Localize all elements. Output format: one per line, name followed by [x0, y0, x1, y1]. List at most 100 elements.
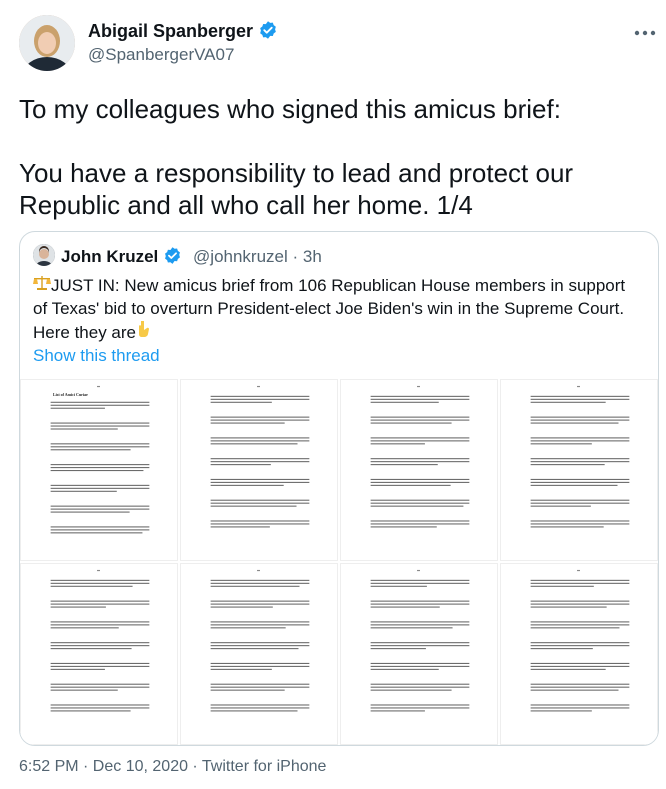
text-line [530, 422, 619, 424]
text-line [530, 710, 592, 712]
text-line [210, 603, 310, 605]
author-name-text[interactable]: Abigail Spanberger [88, 21, 253, 41]
document-page-image[interactable]: List of Amici Curiae [20, 379, 178, 561]
text-line [370, 710, 425, 712]
text-line [50, 505, 150, 507]
page-number-mark [97, 569, 100, 572]
text-line [50, 425, 150, 427]
text-line [530, 579, 630, 581]
text-line [370, 461, 470, 463]
document-image-grid[interactable]: List of Amici Curiae [20, 379, 658, 745]
text-line [370, 416, 470, 418]
text-line [530, 526, 604, 528]
text-line [210, 648, 299, 650]
document-page-image[interactable] [340, 379, 498, 561]
text-line [530, 401, 606, 403]
page-number-mark [577, 569, 580, 572]
text-line [210, 579, 310, 581]
text-line [210, 499, 310, 501]
text-line [530, 437, 630, 439]
text-line [530, 668, 606, 670]
text-line [370, 464, 438, 466]
text-line [210, 683, 310, 685]
text-line [210, 686, 310, 688]
text-line [210, 443, 298, 445]
document-page-image[interactable] [500, 379, 658, 561]
text-line [50, 579, 150, 581]
text-line [370, 458, 470, 460]
text-line [370, 624, 470, 626]
text-line [530, 648, 593, 650]
text-line [370, 668, 439, 670]
text-line [370, 526, 437, 528]
text-line [370, 662, 470, 664]
text-line [50, 449, 131, 451]
document-page-image[interactable] [340, 563, 498, 745]
text-line [530, 704, 630, 706]
text-line [210, 458, 310, 460]
page-number-mark [257, 385, 260, 388]
text-line [210, 707, 310, 709]
tweet-timestamp[interactable]: 6:52 PM · Dec 10, 2020 · Twitter for iPh… [19, 758, 326, 776]
text-line [210, 478, 310, 480]
text-line [210, 624, 310, 626]
text-line [530, 624, 630, 626]
tweet-text: To my colleagues who signed this amicus … [19, 94, 574, 220]
text-line [50, 642, 150, 644]
text-line [50, 526, 150, 528]
text-line [210, 645, 310, 647]
text-line [530, 689, 619, 691]
document-page-image[interactable] [180, 563, 338, 745]
text-line [50, 704, 150, 706]
document-text-lines [370, 385, 470, 528]
text-line [530, 481, 630, 483]
text-line [530, 627, 620, 629]
author-handle[interactable]: @SpanbergerVA07 [88, 45, 234, 65]
document-page-image[interactable] [500, 563, 658, 745]
text-line [50, 470, 144, 472]
text-line [50, 508, 150, 510]
more-horizontal-icon[interactable] [634, 20, 656, 40]
document-text-lines [210, 569, 310, 712]
text-line [370, 603, 470, 605]
text-line [210, 627, 286, 629]
text-line [530, 461, 630, 463]
text-line [530, 642, 630, 644]
text-line [530, 606, 607, 608]
text-line [210, 419, 310, 421]
text-line [50, 668, 105, 670]
text-line [530, 600, 630, 602]
text-line [530, 520, 630, 522]
text-line [210, 437, 310, 439]
text-line [370, 481, 470, 483]
document-text-lines [530, 385, 630, 528]
text-line [370, 579, 470, 581]
text-line [50, 428, 118, 430]
text-line [210, 621, 310, 623]
text-line [530, 585, 594, 587]
text-line [370, 395, 470, 397]
text-line [370, 505, 464, 507]
quoted-author-avatar[interactable] [33, 244, 55, 266]
quoted-author-handle[interactable]: @johnkruzel [193, 247, 288, 266]
quoted-author-line[interactable]: John Kruzel @johnkruzel · 3h [61, 246, 322, 270]
quoted-tweet[interactable]: John Kruzel @johnkruzel · 3h JUST IN: Ne… [19, 231, 659, 746]
author-avatar[interactable] [19, 15, 75, 71]
text-line [50, 662, 150, 664]
text-line [530, 621, 630, 623]
text-line [370, 419, 470, 421]
document-page-image[interactable] [180, 379, 338, 561]
show-thread-link[interactable]: Show this thread [33, 346, 160, 366]
text-line [530, 662, 630, 664]
author-name[interactable]: Abigail Spanberger [88, 20, 278, 45]
text-line [50, 585, 133, 587]
quoted-author-name[interactable]: John Kruzel [61, 247, 158, 266]
text-line [210, 668, 272, 670]
text-line [370, 499, 470, 501]
document-page-image[interactable] [20, 563, 178, 745]
text-line [50, 484, 150, 486]
text-line [370, 704, 470, 706]
text-line [530, 645, 630, 647]
text-line [370, 401, 439, 403]
text-line [210, 582, 310, 584]
